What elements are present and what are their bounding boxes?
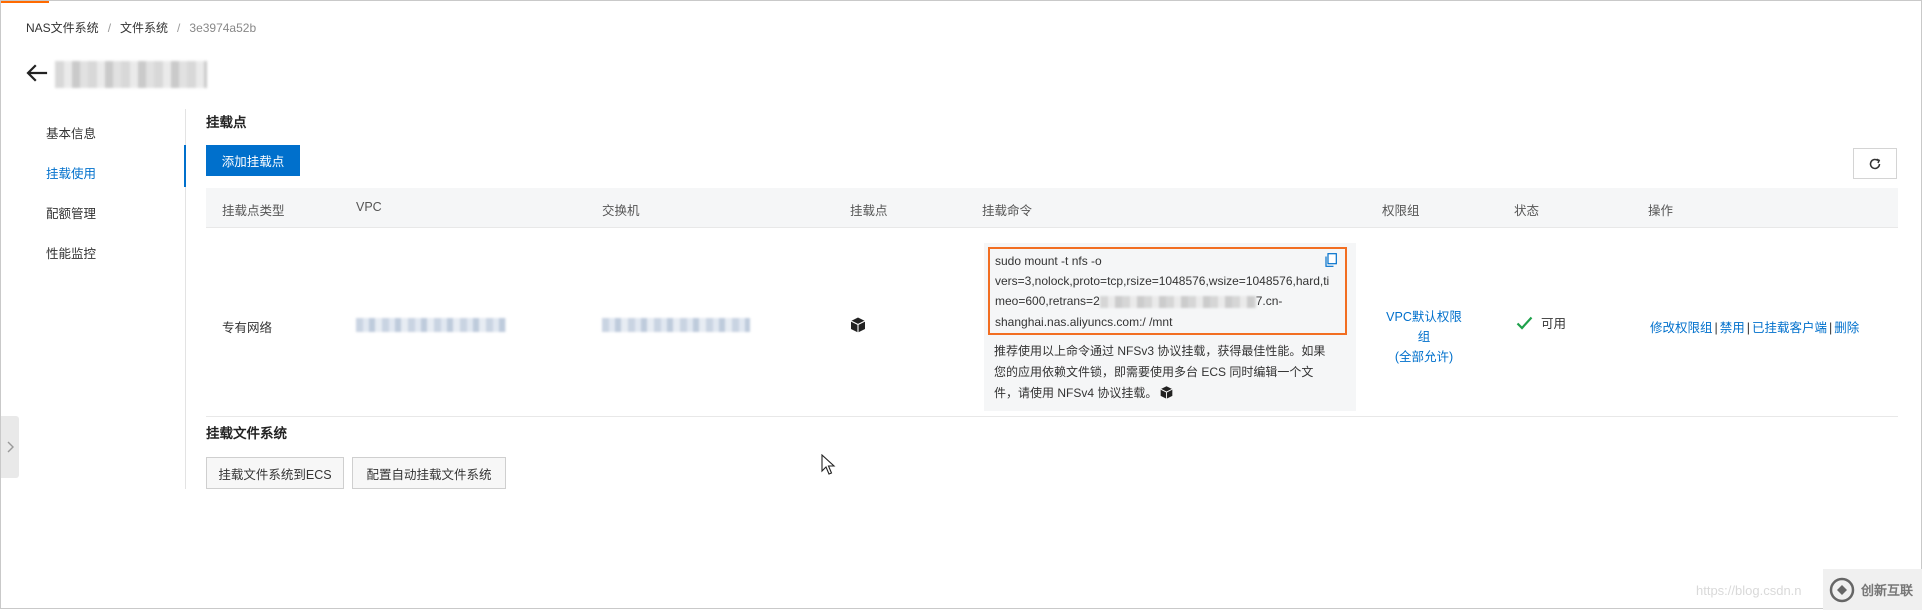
permission-group-note: (全部允许) [1394,350,1454,364]
mounted-clients-link[interactable]: 已挂载客户端 [1752,321,1827,335]
table-header: 挂载点类型 VPC 交换机 挂载点 挂载命令 权限组 状态 操作 [206,188,1898,228]
breadcrumb-separator: / [177,20,181,35]
mount-to-ecs-button[interactable]: 挂载文件系统到ECS [206,457,344,489]
column-header-permission-group: 权限组 [1382,204,1420,218]
mount-command-box[interactable]: sudo mount -t nfs -o vers=3,nolock,proto… [988,247,1347,335]
side-menu: 基本信息 挂载使用 配额管理 性能监控 [31,109,186,489]
page-title-redacted [55,61,207,88]
menu-item-mount-usage[interactable]: 挂载使用 [46,163,96,182]
mount-type-cell: 专有网络 [222,321,273,335]
vpc-id-redacted[interactable] [356,318,506,332]
watermark-url: https://blog.csdn.n [1696,583,1802,598]
permission-group-cell[interactable]: VPC默认权限组 (全部允许) [1382,307,1466,367]
check-icon [1516,316,1533,330]
arrow-left-icon [26,64,48,82]
menu-active-indicator [184,145,186,187]
breadcrumb-filesystems[interactable]: 文件系统 [120,19,168,36]
modify-permission-group-link[interactable]: 修改权限组 [1650,321,1713,335]
column-header-type: 挂载点类型 [222,204,285,218]
vswitch-id-redacted[interactable] [602,318,750,332]
refresh-icon [1869,158,1881,169]
add-mount-point-button[interactable]: 添加挂载点 [206,145,300,176]
mount-command-line: vers=3,nolock,proto=tcp,rsize=1048576,ws… [995,274,1330,289]
breadcrumb-nas[interactable]: NAS文件系统 [26,19,99,36]
copy-icon[interactable] [1325,253,1337,267]
watermark-logo-text: 创新互联 [1861,584,1914,599]
column-header-mount-point: 挂载点 [850,204,888,218]
watermark-logo: 创新互联 [1823,569,1922,610]
logo-icon [1829,577,1855,602]
mount-command-line: meo=600,retrans=2 7.cn- [995,291,1339,311]
table-row: 专有网络 sudo mount -t nfs -o vers=3,nolock,… [206,228,1898,417]
mouse-cursor-icon [821,454,836,475]
breadcrumb-separator: / [107,20,112,35]
mount-command-fragment: meo=600,retrans=2 [995,294,1100,309]
mount-address-redacted [1099,296,1256,309]
column-header-status: 状态 [1514,204,1540,218]
configure-auto-mount-button[interactable]: 配置自动挂载文件系统 [352,457,506,489]
action-divider: | [1746,321,1751,335]
mount-command-tip: 推荐使用以上命令通过 NFSv3 协议挂载，获得最佳性能。如果您的应用依赖文件锁… [994,341,1334,404]
column-header-vswitch: 交换机 [602,204,640,218]
refresh-button[interactable] [1853,148,1897,179]
mount-point-section-title: 挂载点 [206,115,247,130]
column-header-mount-command: 挂载命令 [982,204,1033,218]
status-cell: 可用 [1516,313,1566,332]
mount-filesystem-section-title: 挂载文件系统 [206,426,287,441]
mount-point-table: 挂载点类型 VPC 交换机 挂载点 挂载命令 权限组 状态 操作 专有网络 su… [206,188,1898,417]
actions-cell: 修改权限组 | 禁用 | 已挂载客户端 | 删除 [1650,317,1859,336]
breadcrumb: NAS文件系统 / 文件系统 / 3e3974a52b [26,19,256,36]
column-header-vpc: VPC [356,200,382,214]
mount-command-panel: sudo mount -t nfs -o vers=3,nolock,proto… [984,243,1356,411]
action-divider: | [1829,321,1833,335]
breadcrumb-current: 3e3974a52b [189,20,257,35]
status-text: 可用 [1541,317,1567,331]
mount-command-line: sudo mount -t nfs -o [995,254,1102,268]
cube-icon[interactable] [1159,385,1174,400]
cube-icon[interactable] [849,316,867,334]
chevron-right-icon [7,441,14,453]
action-divider: | [1714,321,1718,335]
sidebar-collapse-handle[interactable] [1,416,19,478]
top-accent-bar [1,1,49,3]
permission-group-name[interactable]: VPC默认权限组 [1382,307,1466,347]
delete-link[interactable]: 删除 [1834,321,1859,335]
menu-item-quota[interactable]: 配额管理 [46,203,96,222]
mount-command-fragment: 7.cn- [1255,294,1283,309]
menu-item-basic-info[interactable]: 基本信息 [46,123,96,142]
column-header-actions: 操作 [1648,204,1674,218]
menu-item-performance[interactable]: 性能监控 [46,243,96,262]
disable-link[interactable]: 禁用 [1720,321,1745,335]
back-button[interactable] [25,61,49,85]
mount-command-line: shanghai.nas.aliyuncs.com:/ /mnt [995,314,1173,329]
